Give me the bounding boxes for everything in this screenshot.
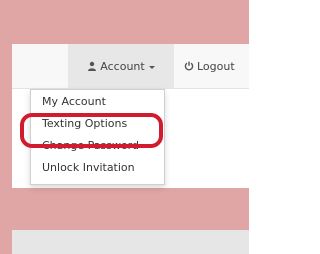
annotation-band-bottom xyxy=(12,188,249,230)
annotation-band-top xyxy=(0,0,249,44)
chevron-down-icon xyxy=(148,65,155,69)
account-menu-label: Account xyxy=(100,59,145,73)
menu-item-unlock-invitation[interactable]: Unlock Invitation xyxy=(31,158,164,178)
top-navbar: Account Logout xyxy=(12,44,249,89)
account-menu-toggle[interactable]: Account xyxy=(68,44,174,88)
annotation-band-bottom-gray xyxy=(12,230,249,254)
menu-item-my-account[interactable]: My Account xyxy=(31,92,164,112)
annotation-band-left xyxy=(0,0,12,254)
logout-label: Logout xyxy=(197,59,235,73)
screenshot-frame: Account Logout My Account Texting Option… xyxy=(0,0,249,254)
user-icon xyxy=(87,61,97,71)
highlight-annotation-ring xyxy=(20,113,163,148)
logout-link[interactable]: Logout xyxy=(184,44,235,88)
annotation-band-left-lower xyxy=(0,230,12,254)
power-icon xyxy=(184,61,194,71)
